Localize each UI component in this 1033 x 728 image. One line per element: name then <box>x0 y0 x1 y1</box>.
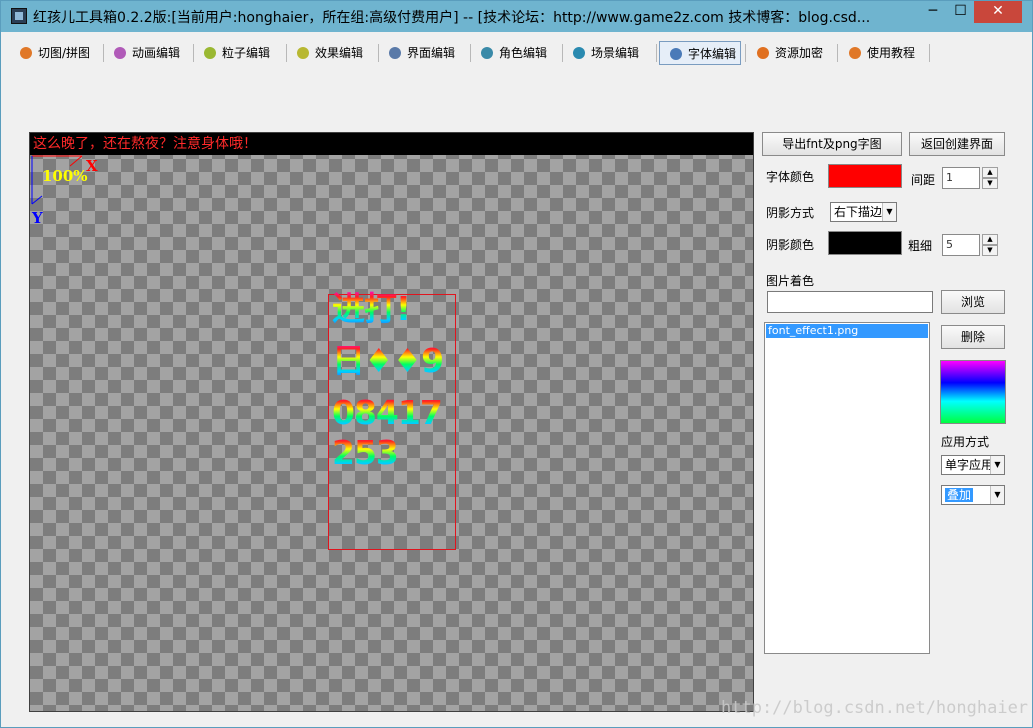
tab-font[interactable]: 字体编辑 <box>659 41 741 65</box>
close-button[interactable]: ✕ <box>974 1 1022 23</box>
tab-label: 场景编辑 <box>591 46 640 60</box>
tab-label: 资源加密 <box>775 46 824 60</box>
chevron-down-icon[interactable]: ▼ <box>990 456 1004 474</box>
list-item[interactable]: font_effect1.png <box>766 324 928 338</box>
zoom-level: 100% <box>42 167 88 185</box>
toolbar-separator <box>929 44 930 62</box>
spin-down-icon[interactable]: ▼ <box>982 178 998 189</box>
y-axis-label: Y <box>32 209 43 227</box>
effect-tab-icon <box>297 47 309 59</box>
tab-animation[interactable]: 动画编辑 <box>104 41 192 65</box>
scene-tab-icon <box>573 47 585 59</box>
tab-label: 界面编辑 <box>407 46 456 60</box>
spacing-spinner[interactable]: 1 ▲ ▼ <box>942 167 1000 191</box>
tint-image-list[interactable]: font_effect1.png <box>764 322 930 654</box>
glyph-atlas-bounds[interactable]: 进打! 日♦♦9 08417 253 <box>328 289 456 550</box>
app-icon <box>11 8 27 24</box>
spin-up-icon[interactable]: ▲ <box>982 167 998 178</box>
tab-effect[interactable]: 效果编辑 <box>287 41 379 65</box>
image-path-input[interactable] <box>767 291 933 313</box>
toolbar-separator <box>656 44 657 62</box>
tab-label: 粒子编辑 <box>222 46 271 60</box>
font-tab-icon <box>670 48 682 60</box>
spin-up-icon[interactable]: ▲ <box>982 234 998 245</box>
toolbar-separator <box>837 44 838 62</box>
browse-button[interactable]: 浏览 <box>941 290 1005 314</box>
tab-label: 角色编辑 <box>499 46 548 60</box>
animation-tab-icon <box>114 47 126 59</box>
title-bar[interactable]: 红孩儿工具箱0.2.2版:[当前用户:honghaier，所在组:高级付费用户]… <box>1 1 1032 32</box>
font-color-swatch[interactable] <box>828 164 902 188</box>
toolbar-separator <box>745 44 746 62</box>
apply-mode-value: 单字应用 <box>945 458 994 472</box>
tab-label: 字体编辑 <box>688 47 737 61</box>
back-to-create-button[interactable]: 返回创建界面 <box>909 132 1005 156</box>
minimize-button[interactable]: ─ <box>919 1 947 23</box>
app-window: 红孩儿工具箱0.2.2版:[当前用户:honghaier，所在组:高级付费用户]… <box>0 0 1033 728</box>
tab-label: 切图/拼图 <box>38 46 91 60</box>
ui-tab-icon <box>389 47 401 59</box>
tab-ui[interactable]: 界面编辑 <box>379 41 471 65</box>
tab-tutorial[interactable]: 使用教程 <box>839 41 929 65</box>
chevron-down-icon[interactable]: ▼ <box>990 486 1004 504</box>
thickness-value[interactable]: 5 <box>942 234 980 256</box>
tab-particle[interactable]: 粒子编辑 <box>194 41 286 65</box>
export-fnt-png-button[interactable]: 导出fnt及png字图 <box>762 132 902 156</box>
blend-mode-select[interactable]: 叠加 ▼ <box>941 485 1005 505</box>
tutorial-tab-icon <box>849 47 861 59</box>
tab-label: 使用教程 <box>867 46 916 60</box>
tab-slice[interactable]: 切图/拼图 <box>10 41 102 65</box>
glyph-row: 08417 <box>332 393 443 432</box>
spacing-label: 间距 <box>911 173 936 187</box>
character-tab-icon <box>481 47 493 59</box>
shadow-mode-value: 右下描边 <box>834 205 883 219</box>
spacing-value[interactable]: 1 <box>942 167 980 189</box>
tint-gradient-preview <box>940 360 1006 424</box>
tab-label: 动画编辑 <box>132 46 181 60</box>
thickness-label: 粗细 <box>908 239 933 253</box>
module-toolbar: 切图/拼图 动画编辑 粒子编辑 效果编辑 界面编辑 角色编辑 场景编辑 字体编辑… <box>8 41 1025 67</box>
tab-character[interactable]: 角色编辑 <box>471 41 563 65</box>
chevron-down-icon[interactable]: ▼ <box>882 203 896 221</box>
x-axis-label: X <box>86 157 98 175</box>
encrypt-tab-icon <box>757 47 769 59</box>
delete-button[interactable]: 删除 <box>941 325 1005 349</box>
blend-mode-value: 叠加 <box>945 488 974 502</box>
glyph-row: 进打! <box>332 289 411 328</box>
tab-scene[interactable]: 场景编辑 <box>563 41 655 65</box>
shadow-mode-select[interactable]: 右下描边 ▼ <box>830 202 897 222</box>
font-color-label: 字体颜色 <box>766 170 815 184</box>
particle-tab-icon <box>204 47 216 59</box>
reminder-banner: 这么晚了，还在熬夜？注意身体哦！ <box>30 133 753 155</box>
tab-encrypt[interactable]: 资源加密 <box>747 41 837 65</box>
client-area: 切图/拼图 动画编辑 粒子编辑 效果编辑 界面编辑 角色编辑 场景编辑 字体编辑… <box>8 32 1025 722</box>
spin-down-icon[interactable]: ▼ <box>982 245 998 256</box>
maximize-button[interactable]: ☐ <box>947 1 974 23</box>
window-title: 红孩儿工具箱0.2.2版:[当前用户:honghaier，所在组:高级付费用户]… <box>33 10 871 26</box>
glyph-row: 日♦♦9 <box>332 341 444 380</box>
thickness-spinner[interactable]: 5 ▲ ▼ <box>942 234 1000 258</box>
slice-tab-icon <box>20 47 32 59</box>
apply-mode-select[interactable]: 单字应用 ▼ <box>941 455 1005 475</box>
apply-mode-label: 应用方式 <box>941 435 990 449</box>
shadow-color-label: 阴影颜色 <box>766 238 815 252</box>
font-preview-canvas[interactable]: 这么晚了，还在熬夜？注意身体哦！ 100% X Y 进打! 日♦♦9 08417… <box>29 132 754 712</box>
image-tint-label: 图片着色 <box>766 274 815 288</box>
shadow-mode-label: 阴影方式 <box>766 206 815 220</box>
glyph-row: 253 <box>332 433 399 472</box>
watermark: http://blog.csdn.net/honghaier <box>721 698 1029 718</box>
tab-label: 效果编辑 <box>315 46 364 60</box>
shadow-color-swatch[interactable] <box>828 231 902 255</box>
